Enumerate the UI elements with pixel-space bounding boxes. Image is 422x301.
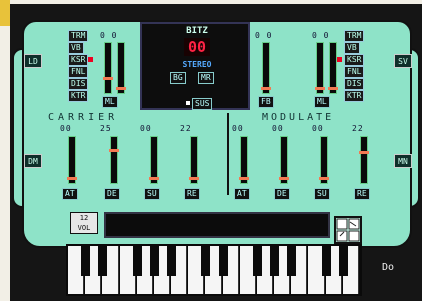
left-fnl-toggle[interactable]: FNL: [68, 66, 89, 78]
left-ksr-indicator: [88, 57, 93, 62]
right-ml-label: ML: [314, 96, 330, 108]
volume-label: VOL: [77, 224, 91, 232]
modulate-at-label: AT: [234, 188, 250, 200]
fb-slider[interactable]: [261, 42, 271, 94]
left-ml-slider-b[interactable]: [116, 42, 126, 94]
right-trm-toggle[interactable]: TRM: [344, 30, 365, 42]
left-vb-toggle[interactable]: VB: [68, 42, 84, 54]
save-button[interactable]: SV: [394, 54, 412, 68]
app-title: BITZ: [186, 26, 208, 36]
right-ml-value: 0 0: [312, 31, 330, 40]
bg-mr-row: BG MR: [170, 72, 226, 84]
corner-text: Do: [382, 262, 395, 273]
mr-button[interactable]: MR: [198, 72, 214, 84]
sus-button[interactable]: SUS: [192, 98, 213, 110]
volume-value: 12: [79, 214, 89, 222]
modulate-su-label: SU: [314, 188, 330, 200]
modulate-su-slider[interactable]: [319, 136, 329, 184]
modulate-re-value: 22: [352, 124, 364, 133]
black-key[interactable]: [81, 246, 91, 276]
black-key[interactable]: [252, 246, 262, 276]
modulate-at-slider[interactable]: [239, 136, 249, 184]
voice-number-led: 00: [184, 38, 210, 56]
black-key[interactable]: [218, 246, 228, 276]
carrier-su-label: SU: [144, 188, 160, 200]
carrier-de-value: 25: [100, 124, 112, 133]
modulate-re-slider[interactable]: [359, 136, 369, 184]
fb-label: FB: [258, 96, 274, 108]
center-display: BITZ 00 STEREO BG MR: [140, 22, 250, 110]
cursor-pad-icon[interactable]: [334, 216, 362, 244]
black-key[interactable]: [321, 246, 331, 276]
load-button[interactable]: LD: [24, 54, 42, 68]
volume-control[interactable]: 12 VOL: [70, 212, 98, 234]
left-ksr-toggle[interactable]: KSR: [68, 54, 89, 66]
fb-value: 0 0: [255, 31, 273, 40]
carrier-re-slider[interactable]: [189, 136, 199, 184]
left-ktr-toggle[interactable]: KTR: [68, 90, 89, 102]
left-trm-toggle[interactable]: TRM: [68, 30, 89, 42]
left-dis-toggle[interactable]: DIS: [68, 78, 89, 90]
right-ksr-toggle[interactable]: KSR: [344, 54, 365, 66]
right-fnl-toggle[interactable]: FNL: [344, 66, 365, 78]
mn-button[interactable]: MN: [394, 154, 412, 168]
page-top-strip: [10, 0, 422, 4]
right-ktr-toggle[interactable]: KTR: [344, 90, 365, 102]
black-key[interactable]: [167, 246, 177, 276]
modulate-de-label: DE: [274, 188, 290, 200]
message-display: [104, 212, 330, 238]
arrow-pad-icon: [336, 218, 360, 242]
black-key[interactable]: [98, 246, 108, 276]
black-key[interactable]: [270, 246, 280, 276]
carrier-de-label: DE: [104, 188, 120, 200]
carrier-at-slider[interactable]: [67, 136, 77, 184]
right-ml-slider-a[interactable]: [315, 42, 325, 94]
dm-button[interactable]: DM: [24, 154, 42, 168]
right-vb-toggle[interactable]: VB: [344, 42, 360, 54]
black-key[interactable]: [132, 246, 142, 276]
right-ksr-indicator: [337, 57, 342, 62]
carrier-su-slider[interactable]: [149, 136, 159, 184]
carrier-at-value: 00: [60, 124, 72, 133]
modulate-su-value: 00: [312, 124, 324, 133]
black-key[interactable]: [201, 246, 211, 276]
carrier-section-label: CARRIER: [48, 112, 119, 123]
piano-keyboard[interactable]: [66, 244, 362, 296]
carrier-re-label: RE: [184, 188, 200, 200]
bg-button[interactable]: BG: [170, 72, 186, 84]
carrier-su-value: 00: [140, 124, 152, 133]
carrier-de-slider[interactable]: [109, 136, 119, 184]
black-key[interactable]: [149, 246, 159, 276]
corner-marker: [0, 0, 10, 26]
left-ml-slider-a[interactable]: [103, 42, 113, 94]
left-ml-label: ML: [102, 96, 118, 108]
modulate-de-slider[interactable]: [279, 136, 289, 184]
stereo-mode-label[interactable]: STEREO: [166, 60, 228, 69]
section-divider: [227, 113, 229, 195]
modulate-re-label: RE: [354, 188, 370, 200]
modulate-section-label: MODULATE: [262, 112, 335, 123]
carrier-at-label: AT: [62, 188, 78, 200]
left-ml-value: 0 0: [100, 31, 118, 40]
modulate-at-value: 00: [232, 124, 244, 133]
black-key[interactable]: [287, 246, 297, 276]
right-dis-toggle[interactable]: DIS: [344, 78, 365, 90]
sus-indicator: [186, 101, 190, 105]
carrier-re-value: 22: [180, 124, 192, 133]
right-ml-slider-b[interactable]: [328, 42, 338, 94]
black-key[interactable]: [338, 246, 348, 276]
modulate-de-value: 00: [272, 124, 284, 133]
